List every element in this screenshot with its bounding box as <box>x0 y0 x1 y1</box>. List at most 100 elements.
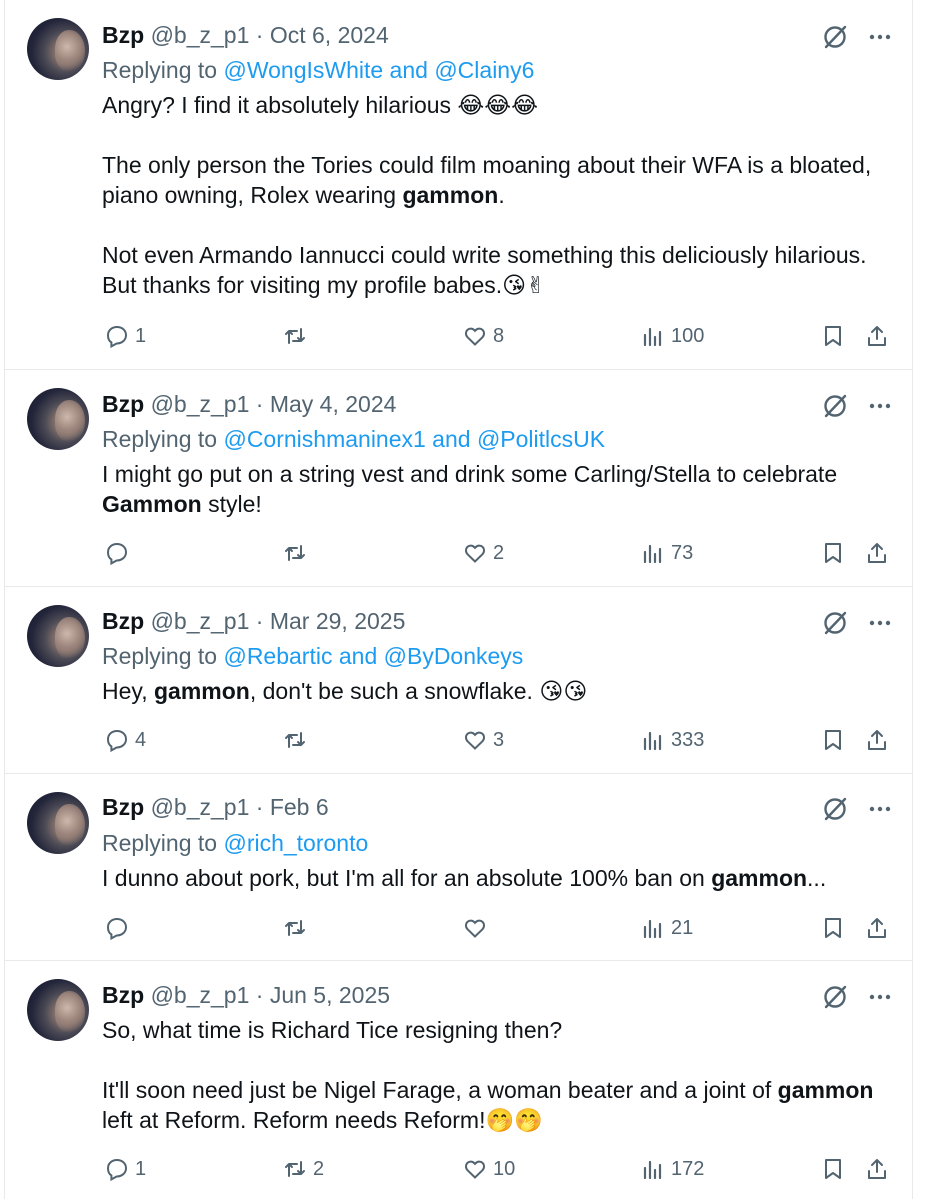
avatar[interactable] <box>27 979 89 1041</box>
share-button[interactable] <box>865 913 889 943</box>
views-icon <box>643 731 662 751</box>
heart-icon <box>464 731 486 750</box>
timestamp[interactable]: Mar 29, 2025 <box>270 608 406 634</box>
like-count: 2 <box>493 541 505 564</box>
mention-link[interactable]: @ByDonkeys <box>384 643 524 669</box>
share-button[interactable] <box>865 725 889 755</box>
grok-icon[interactable] <box>820 22 850 52</box>
bookmark-button[interactable] <box>821 913 845 943</box>
tweet[interactable]: Bzp @b_z_p1 · May 4, 2024 Replying to @C… <box>5 370 912 587</box>
display-name[interactable]: Bzp <box>102 22 144 48</box>
views-button[interactable]: 21 <box>641 913 693 943</box>
like-button[interactable] <box>463 913 493 943</box>
display-name[interactable]: Bzp <box>102 794 144 820</box>
views-icon <box>643 1160 662 1180</box>
share-button[interactable] <box>865 538 889 568</box>
grok-icon[interactable] <box>820 794 850 824</box>
reply-icon <box>106 542 128 565</box>
text-run: It'll soon need just be Nigel Farage, a … <box>102 1077 778 1103</box>
tweet[interactable]: Bzp @b_z_p1 · Jun 5, 2025 So, what time … <box>5 961 912 1199</box>
retweet-button[interactable] <box>283 538 313 568</box>
more-icon[interactable] <box>865 391 895 421</box>
bookmark-button[interactable] <box>821 1154 845 1184</box>
tweet-text: I might go put on a string vest and drin… <box>102 459 892 519</box>
separator: · <box>255 22 264 48</box>
text-run: I dunno about pork, but I'm all for an a… <box>102 865 712 891</box>
views-button[interactable]: 73 <box>641 538 693 568</box>
avatar[interactable] <box>27 388 89 450</box>
share-button[interactable] <box>865 321 889 351</box>
user-handle[interactable]: @b_z_p1 <box>151 22 250 48</box>
tweet[interactable]: Bzp @b_z_p1 · Feb 6 Replying to @rich_to… <box>5 774 912 961</box>
user-handle[interactable]: @b_z_p1 <box>151 608 250 634</box>
bookmark-button[interactable] <box>821 321 845 351</box>
tweet[interactable]: Bzp @b_z_p1 · Mar 29, 2025 Replying to @… <box>5 587 912 774</box>
views-button[interactable]: 172 <box>641 1154 704 1184</box>
bookmark-button[interactable] <box>821 725 845 755</box>
avatar[interactable] <box>27 792 89 854</box>
reply-icon <box>106 917 128 940</box>
mention-link[interactable]: @PolitlcsUK <box>477 426 605 452</box>
text-run: , don't be such a snowflake. 😘😘 <box>249 678 588 704</box>
reply-button[interactable] <box>105 538 135 568</box>
tweet-text: Angry? I find it absolutely hilarious 😂😂… <box>102 90 892 300</box>
like-button[interactable]: 8 <box>463 321 504 351</box>
display-name[interactable]: Bzp <box>102 608 144 634</box>
like-button[interactable]: 3 <box>463 725 504 755</box>
reply-button[interactable]: 1 <box>105 321 146 351</box>
tweet-text: Hey, gammon, don't be such a snowflake. … <box>102 676 892 706</box>
more-icon[interactable] <box>865 608 895 638</box>
more-icon[interactable] <box>865 22 895 52</box>
action-bar: 1 8 100 <box>5 321 912 351</box>
view-count: 21 <box>671 916 694 939</box>
mention-link[interactable]: @Cornishmaninex1 <box>223 426 425 452</box>
mention-link[interactable]: @Rebartic <box>223 643 332 669</box>
tweet-header: Bzp @b_z_p1 · May 4, 2024 <box>102 389 396 419</box>
tweet-header: Bzp @b_z_p1 · Jun 5, 2025 <box>102 980 390 1010</box>
reply-button[interactable]: 4 <box>105 725 146 755</box>
mention-joiner: and <box>383 57 435 83</box>
mention-link[interactable]: @WongIsWhite <box>223 57 383 83</box>
avatar[interactable] <box>27 18 89 80</box>
grok-icon[interactable] <box>820 608 850 638</box>
replying-prefix: Replying to <box>102 643 224 669</box>
tweet-paragraph: Hey, gammon, don't be such a snowflake. … <box>102 676 892 706</box>
share-icon <box>868 730 886 750</box>
views-button[interactable]: 100 <box>641 321 704 351</box>
timestamp[interactable]: May 4, 2024 <box>270 391 397 417</box>
user-handle[interactable]: @b_z_p1 <box>151 982 250 1008</box>
timestamp[interactable]: Jun 5, 2025 <box>270 982 390 1008</box>
retweet-button[interactable] <box>283 725 313 755</box>
replying-prefix: Replying to <box>102 426 224 452</box>
replying-to: Replying to @WongIsWhite and @Clainy6 <box>102 55 534 85</box>
mention-link[interactable]: @rich_toronto <box>223 830 368 856</box>
action-bar: 2 73 <box>5 538 912 568</box>
retweet-button[interactable]: 2 <box>283 1154 324 1184</box>
more-icon[interactable] <box>865 794 895 824</box>
retweet-button[interactable] <box>283 321 313 351</box>
retweet-icon <box>285 328 305 344</box>
like-button[interactable]: 10 <box>463 1154 515 1184</box>
user-handle[interactable]: @b_z_p1 <box>151 794 250 820</box>
tweet[interactable]: Bzp @b_z_p1 · Oct 6, 2024 Replying to @W… <box>5 0 912 370</box>
timestamp[interactable]: Oct 6, 2024 <box>270 22 389 48</box>
display-name[interactable]: Bzp <box>102 391 144 417</box>
bookmark-button[interactable] <box>821 538 845 568</box>
avatar[interactable] <box>27 605 89 667</box>
display-name[interactable]: Bzp <box>102 982 144 1008</box>
views-button[interactable]: 333 <box>641 725 704 755</box>
grok-icon[interactable] <box>820 391 850 421</box>
retweet-button[interactable] <box>283 913 313 943</box>
mention-link[interactable]: @Clainy6 <box>434 57 534 83</box>
reply-button[interactable] <box>105 913 135 943</box>
like-button[interactable]: 2 <box>463 538 504 568</box>
timestamp[interactable]: Feb 6 <box>270 794 329 820</box>
replying-prefix: Replying to <box>102 57 224 83</box>
share-button[interactable] <box>865 1154 889 1184</box>
user-handle[interactable]: @b_z_p1 <box>151 391 250 417</box>
more-icon[interactable] <box>865 982 895 1012</box>
reply-button[interactable]: 1 <box>105 1154 146 1184</box>
grok-icon[interactable] <box>820 982 850 1012</box>
tweet-header: Bzp @b_z_p1 · Feb 6 <box>102 792 329 822</box>
share-icon <box>868 326 886 346</box>
